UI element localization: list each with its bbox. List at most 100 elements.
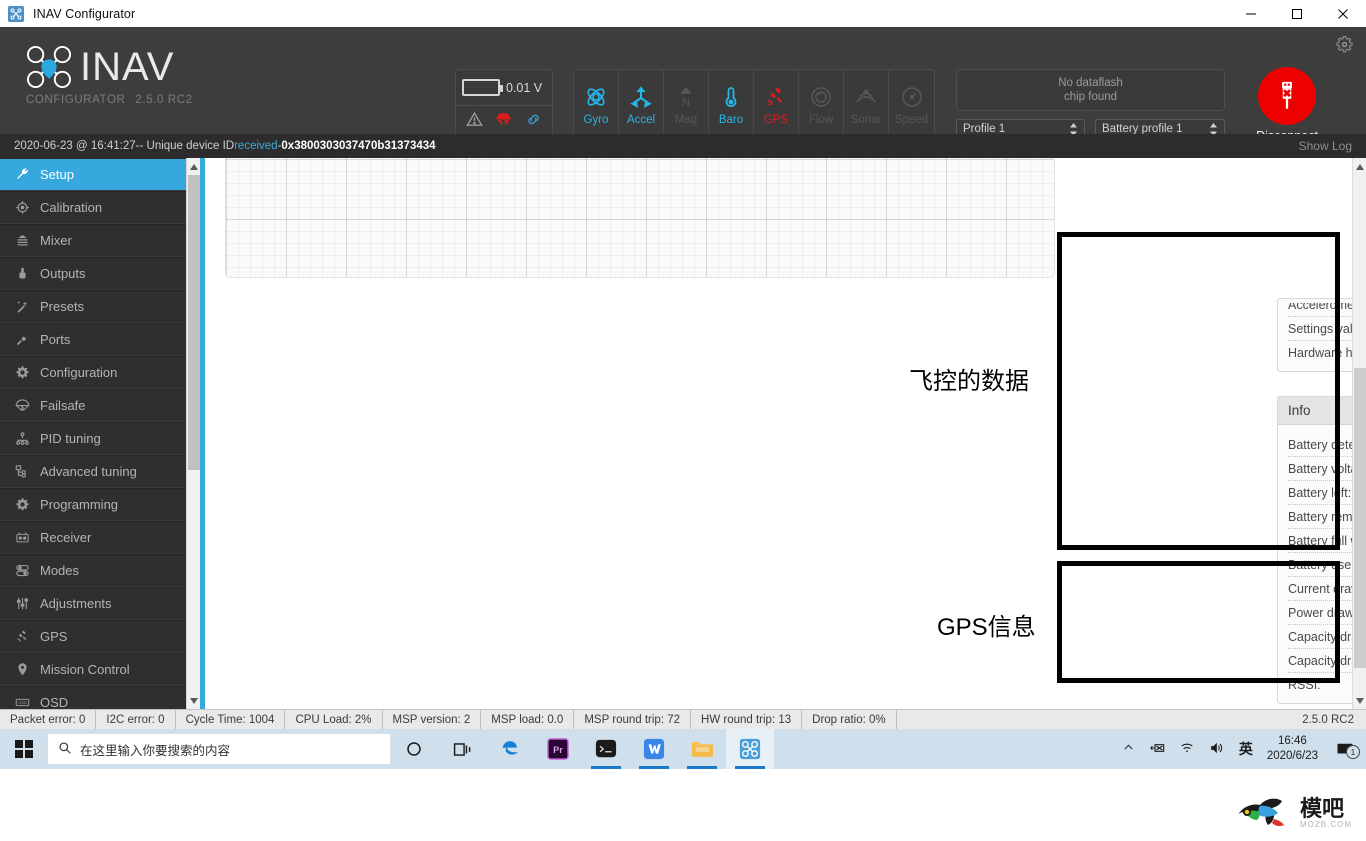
statusbar-version: 2.5.0 RC2 [1302,713,1354,726]
sidebar-scrollbar-thumb[interactable] [188,175,200,470]
sidebar-item-label: Adjustments [40,596,112,611]
sidebar-item-ports[interactable]: Ports [0,323,186,356]
svg-text:OSD: OSD [18,700,27,705]
watermark-text: 模吧 [1300,795,1345,821]
drone-icon [8,5,24,22]
scroll-down-icon[interactable] [187,692,201,709]
content-scrollbar[interactable] [1352,158,1366,709]
sensor-accel-label: Accel [626,113,656,126]
statusbar-cell: MSP round trip: 72 [574,709,692,730]
show-log-button[interactable]: Show Log [1299,139,1352,153]
system-tray: 英 16:46 2020/6/23 1 [1122,734,1366,764]
sensor-status-bar: Gyro Accel N Mag Baro GPS Flow Sonar Spe… [573,69,935,139]
link-icon [525,111,542,133]
close-icon[interactable] [1320,0,1366,27]
window-controls [1228,0,1366,27]
minimize-icon[interactable] [1228,0,1274,27]
sidebar-item-failsafe[interactable]: Failsafe [0,389,186,422]
sidebar-item-setup[interactable]: Setup [0,158,186,191]
taskbar-clock[interactable]: 16:46 2020/6/23 [1267,734,1318,764]
log-device-id: 0x3800303037470b31373434 [281,140,436,152]
sidebar-item-label: Mixer [40,233,72,248]
content-scrollbar-thumb[interactable] [1354,368,1366,668]
gps-panel-highlight [1057,561,1340,683]
faders-icon [14,596,31,611]
sensor-speed: Speed [889,70,934,138]
sidebar-scrollbar[interactable] [186,158,200,709]
plug-icon [14,332,31,347]
svg-text:N: N [682,97,690,109]
annotation-info: 飞控的数据 [909,368,1029,395]
sidebar-item-gps[interactable]: GPS [0,620,186,653]
search-icon [58,741,72,758]
sidebar-item-pid-tuning[interactable]: PID tuning [0,422,186,455]
dataflash-status: No dataflash chip found [956,69,1225,111]
app-root: INAV Configurator INAV CONFIGURATOR 2.5.… [0,0,1366,841]
window-titlebar: INAV Configurator [0,0,1366,27]
clock-date: 2020/6/23 [1266,750,1318,762]
task-view-icon[interactable] [438,729,486,769]
sidebar-item-mixer[interactable]: Mixer [0,224,186,257]
annotation-gps: GPS信息 [937,614,1036,641]
usb-eject-icon[interactable] [1149,741,1165,758]
inav-icon[interactable] [726,729,774,769]
sensor-flow-label: Flow [808,113,834,126]
sidebar-item-modes[interactable]: Modes [0,554,186,587]
search-input-placeholder: 在这里输入你要搜索的内容 [80,743,231,758]
info-panel-highlight [1057,232,1340,550]
sidebar-item-adjustments[interactable]: Adjustments [0,587,186,620]
log-timestamp: 2020-06-23 @ 16:41:27 [14,140,136,152]
logo-subtitle: CONFIGURATOR [26,94,126,106]
sidebar-item-configuration[interactable]: Configuration [0,356,186,389]
scroll-down-icon[interactable] [1353,692,1366,709]
sidebar-item-outputs[interactable]: Outputs [0,257,186,290]
wifi-icon[interactable] [1179,741,1195,758]
scroll-up-icon[interactable] [187,158,201,175]
settings-gear-icon[interactable] [1335,35,1354,59]
sidebar-item-osd[interactable]: OSD OSD [0,686,186,709]
sidebar-item-mission-control[interactable]: Mission Control [0,653,186,686]
app-version: 2.5.0 RC2 [135,94,193,106]
volume-icon[interactable] [1209,741,1225,758]
sidebar-item-label: Failsafe [40,398,86,413]
sidebar-item-programming[interactable]: Programming [0,488,186,521]
terminal-icon[interactable] [582,729,630,769]
log-status: received [234,140,278,152]
sensor-baro: Baro [709,70,754,138]
statusbar-cell: MSP load: 0.0 [481,709,575,730]
notification-icon[interactable]: 1 [1332,741,1360,759]
sidebar-item-advanced-tuning[interactable]: Advanced tuning [0,455,186,488]
pid-tree-icon [14,431,31,446]
watermark-subtext: MOZB.COM [1300,819,1352,829]
sidebar-item-receiver[interactable]: Receiver [0,521,186,554]
scroll-up-icon[interactable] [1353,158,1366,175]
parachute-icon [495,111,512,133]
windows-start-icon[interactable] [0,729,48,769]
premiere-pro-icon[interactable]: Pr [534,729,582,769]
sensor-baro-label: Baro [718,113,744,126]
gear-icon [14,497,31,512]
mixer-icon [14,233,31,248]
wps-icon[interactable] [630,729,678,769]
sidebar-item-presets[interactable]: Presets [0,290,186,323]
app-logo: INAV CONFIGURATOR 2.5.0 RC2 [26,45,246,106]
compass-icon: N [674,83,698,111]
clock-time: 16:46 [1278,735,1307,747]
search-input[interactable]: 在这里输入你要搜索的内容 [48,734,390,764]
ime-indicator[interactable]: 英 [1239,739,1253,759]
chevron-up-icon[interactable] [1122,741,1135,757]
sidebar-item-calibration[interactable]: Calibration [0,191,186,224]
sidebar-item-label: Setup [40,167,74,182]
usb-disconnect-icon [1258,67,1316,125]
edge-icon[interactable] [486,729,534,769]
warning-icon [466,111,483,133]
window-title: INAV Configurator [33,6,136,21]
sensor-accel: Accel [619,70,664,138]
disconnect-button[interactable]: Disconnect [1253,67,1321,143]
sidebar-item-label: Programming [40,497,119,512]
file-explorer-icon[interactable] [678,729,726,769]
satellite-icon [14,629,31,644]
maximize-icon[interactable] [1274,0,1320,27]
speedometer-icon [900,83,924,111]
cortana-icon[interactable] [390,729,438,769]
